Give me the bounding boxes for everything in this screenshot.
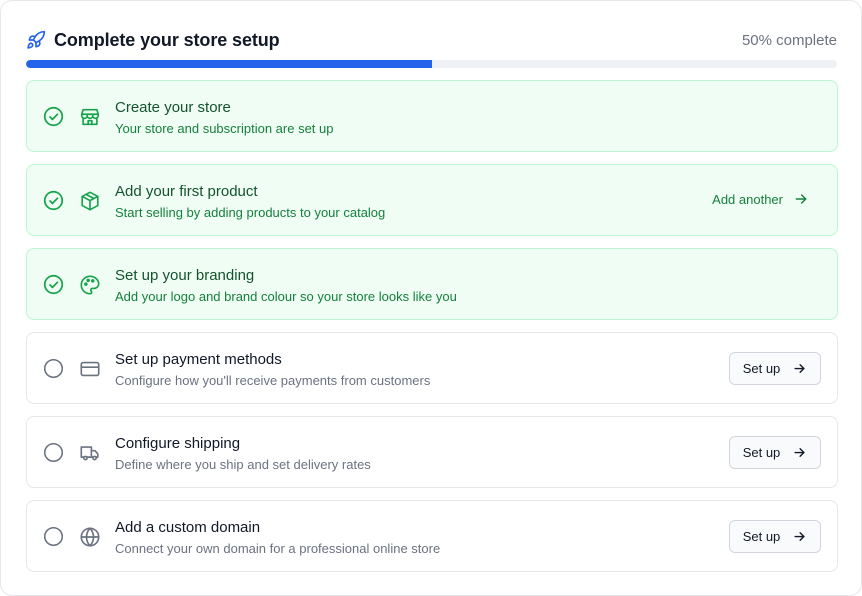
setup-header: Complete your store setup 50% complete <box>26 27 837 53</box>
check-circle-icon <box>43 274 64 295</box>
step-text: Set up your branding Add your logo and b… <box>115 267 457 305</box>
step-shipping: Configure shipping Define where you ship… <box>26 416 838 488</box>
step-description: Add your logo and brand colour so your s… <box>115 289 457 304</box>
step-title: Add your first product <box>115 183 258 200</box>
step-add-product: Add your first product Start selling by … <box>26 164 838 236</box>
progress-bar <box>26 60 837 68</box>
step-title: Configure shipping <box>115 435 241 452</box>
check-circle-icon <box>43 190 64 211</box>
title-group: Complete your store setup <box>26 30 280 51</box>
package-icon <box>79 190 101 212</box>
step-title: Add a custom domain <box>115 519 261 536</box>
setup-domain-button[interactable]: Set up <box>729 520 821 553</box>
step-text: Set up payment methods Configure how you… <box>115 351 430 389</box>
step-title: Set up your branding <box>115 267 255 284</box>
step-create-store: Create your store Your store and subscri… <box>26 80 838 152</box>
setup-button-label: Set up <box>742 445 781 460</box>
step-description: Start selling by adding products to your… <box>115 205 386 220</box>
step-title: Set up payment methods <box>115 351 282 368</box>
add-another-link[interactable]: Add another <box>712 191 809 207</box>
add-another-label: Add another <box>712 191 783 207</box>
setup-card: Complete your store setup 50% complete C… <box>0 0 862 596</box>
arrow-right-icon <box>792 445 807 460</box>
empty-circle-icon <box>43 526 64 547</box>
store-icon <box>79 106 101 128</box>
progress-text: 50% complete <box>741 31 837 49</box>
setup-steps: Create your store Your store and subscri… <box>26 80 838 584</box>
step-description: Configure how you'll receive payments fr… <box>115 373 431 388</box>
empty-circle-icon <box>43 442 64 463</box>
truck-icon <box>79 442 101 464</box>
progress-fill <box>26 60 432 68</box>
empty-circle-icon <box>43 358 64 379</box>
setup-button-label: Set up <box>742 529 781 544</box>
arrow-right-icon <box>792 361 807 376</box>
credit-card-icon <box>79 358 101 380</box>
page-title: Complete your store setup <box>54 29 280 50</box>
step-text: Create your store Your store and subscri… <box>115 99 334 137</box>
step-payment-methods: Set up payment methods Configure how you… <box>26 332 838 404</box>
step-custom-domain: Add a custom domain Connect your own dom… <box>26 500 838 572</box>
globe-icon <box>79 526 101 548</box>
arrow-right-icon <box>792 529 807 544</box>
step-branding: Set up your branding Add your logo and b… <box>26 248 838 320</box>
step-text: Add a custom domain Connect your own dom… <box>115 519 440 557</box>
step-description: Connect your own domain for a profession… <box>115 541 441 556</box>
arrow-right-icon <box>793 191 809 207</box>
setup-shipping-button[interactable]: Set up <box>729 436 821 469</box>
check-circle-icon <box>43 106 64 127</box>
step-title: Create your store <box>115 99 231 116</box>
step-text: Configure shipping Define where you ship… <box>115 435 371 473</box>
step-description: Your store and subscription are set up <box>115 121 334 136</box>
step-text: Add your first product Start selling by … <box>115 183 385 221</box>
setup-payment-button[interactable]: Set up <box>729 352 821 385</box>
palette-icon <box>79 274 101 296</box>
setup-button-label: Set up <box>742 361 781 376</box>
step-description: Define where you ship and set delivery r… <box>115 457 371 472</box>
rocket-icon <box>26 30 46 50</box>
